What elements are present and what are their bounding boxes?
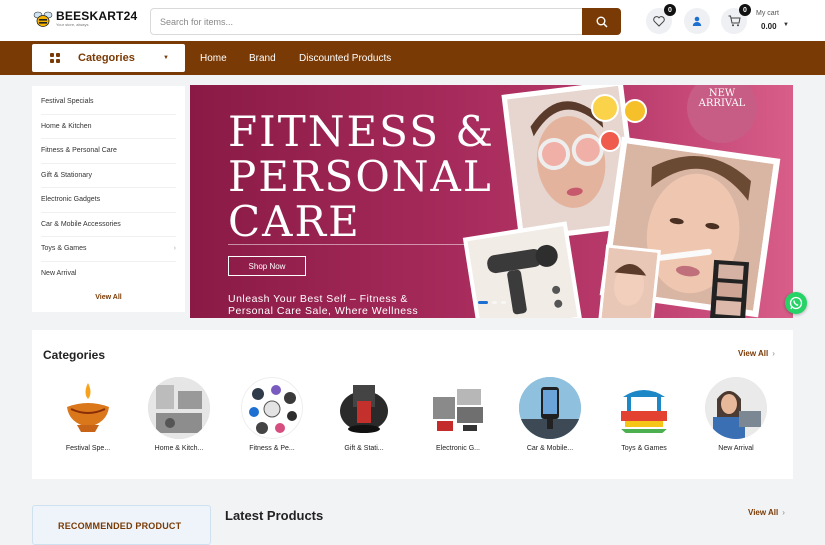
category-label: New Arrival	[718, 445, 754, 452]
chevron-right-icon: ›	[173, 245, 176, 252]
logo-text: BEESKART24	[56, 9, 138, 23]
category-image	[241, 377, 303, 439]
nav-link-home[interactable]: Home	[200, 53, 227, 64]
latest-products-title: Latest Products	[225, 508, 324, 523]
category-label: Car & Mobile...	[526, 445, 574, 452]
search-icon	[596, 16, 608, 28]
category-image	[427, 377, 489, 439]
banner-subtitle-line: Personal Care Sale, Where Wellness	[228, 305, 419, 317]
latest-view-all-link[interactable]: View All ›	[748, 508, 785, 517]
sidebar-item-label: Toys & Games	[41, 245, 87, 253]
grid-icon	[50, 53, 60, 63]
hero-banner[interactable]: FITNESS & PERSONAL CARE Shop Now Unleash…	[190, 85, 793, 318]
banner-title-line: PERSONAL	[228, 152, 493, 201]
category-label: Electronic G...	[436, 445, 480, 452]
banner-divider	[228, 244, 475, 245]
category-card-fitness[interactable]: Fitness & Pe...	[232, 377, 312, 452]
new-arrival-stamp: NEW ARRIVAL	[687, 85, 757, 143]
sidebar-item-fitness[interactable]: Fitness & Personal Care	[41, 139, 176, 164]
user-icon	[692, 16, 702, 26]
category-card-new-arrival[interactable]: New Arrival	[696, 377, 776, 452]
nav-link-discounted[interactable]: Discounted Products	[299, 53, 391, 64]
category-label: Festival Spe...	[65, 445, 111, 452]
nav-link-brand[interactable]: Brand	[249, 53, 276, 64]
categories-view-all-link[interactable]: View All ›	[738, 349, 775, 358]
categories-dropdown[interactable]: Categories ▼	[32, 44, 185, 72]
category-card-gift[interactable]: Gift & Stati...	[324, 377, 404, 452]
banner-photo-makeup	[598, 244, 661, 318]
category-label: Toys & Games	[621, 445, 667, 452]
category-image	[519, 377, 581, 439]
sidebar-item-new-arrival[interactable]: New Arrival	[41, 262, 176, 287]
caret-down-icon[interactable]: ▼	[783, 22, 789, 28]
category-card-festival[interactable]: Festival Spe...	[48, 377, 128, 452]
shop-now-button[interactable]: Shop Now	[228, 256, 306, 276]
category-sidebar: Festival Specials Home & Kitchen Fitness…	[32, 86, 185, 312]
category-image	[333, 377, 395, 439]
carousel-dot[interactable]	[492, 301, 497, 304]
cart-label: My cart	[756, 10, 779, 17]
account-button[interactable]	[684, 8, 710, 34]
chevron-right-icon: ›	[782, 508, 785, 517]
search-button[interactable]	[582, 8, 621, 35]
category-card-home-kitchen[interactable]: Home & Kitch...	[139, 377, 219, 452]
recommended-product-label: RECOMMENDED PRODUCT	[58, 521, 182, 531]
stamp-line: ARRIVAL	[698, 98, 746, 109]
heart-icon	[653, 15, 665, 27]
search-bar	[150, 8, 621, 35]
categories-title: Categories	[43, 348, 106, 362]
sidebar-view-all-link[interactable]: View All	[32, 294, 185, 301]
sidebar-item-home-kitchen[interactable]: Home & Kitchen	[41, 115, 176, 139]
banner-subtitle-line: Unleash Your Best Self – Fitness &	[228, 293, 408, 305]
whatsapp-icon	[789, 296, 803, 310]
banner-title-line: FITNESS &	[228, 107, 495, 156]
cart-count-badge: 0	[739, 4, 751, 16]
category-label: Home & Kitch...	[154, 445, 204, 452]
chevron-right-icon: ›	[772, 349, 775, 358]
wishlist-count-badge: 0	[664, 4, 676, 16]
categories-section: Categories View All › Festival Spe... Hom…	[32, 330, 793, 479]
recommended-product-tab[interactable]: RECOMMENDED PRODUCT	[32, 505, 211, 545]
cart-button[interactable]: 0	[721, 4, 751, 34]
search-input[interactable]	[151, 9, 571, 34]
category-card-toys[interactable]: Toys & Games	[604, 377, 684, 452]
whatsapp-button[interactable]	[785, 292, 807, 314]
site-logo[interactable]: BEESKART24 Your store, always	[33, 10, 137, 28]
main-nav: Categories ▼ Home Brand Discounted Produ…	[0, 41, 825, 75]
sidebar-item-electronics[interactable]: Electronic Gadgets	[41, 188, 176, 213]
banner-title: FITNESS & PERSONAL CARE	[228, 109, 495, 244]
bee-icon	[33, 11, 53, 27]
wishlist-button[interactable]: 0	[646, 4, 676, 34]
sidebar-item-festival[interactable]: Festival Specials	[41, 90, 176, 115]
sidebar-item-toys[interactable]: Toys & Games ›	[41, 237, 176, 262]
category-label: Fitness & Pe...	[249, 445, 295, 452]
category-card-electronics[interactable]: Electronic G...	[418, 377, 498, 452]
carousel-indicators[interactable]	[478, 301, 506, 304]
chevron-down-icon: ▼	[163, 55, 169, 61]
category-label: Gift & Stati...	[344, 445, 384, 452]
banner-subtitle: Unleash Your Best Self – Fitness & Perso…	[228, 293, 418, 317]
view-all-label: View All	[738, 349, 769, 358]
banner-title-line: CARE	[228, 197, 361, 246]
view-all-label: View All	[748, 508, 779, 517]
top-header: BEESKART24 Your store, always 0 0	[0, 0, 825, 41]
category-image	[148, 377, 210, 439]
category-image	[705, 377, 767, 439]
category-card-car-mobile[interactable]: Car & Mobile...	[510, 377, 590, 452]
cart-icon	[728, 15, 741, 27]
category-image	[613, 377, 675, 439]
sidebar-item-car-mobile[interactable]: Car & Mobile Accessories	[41, 213, 176, 237]
sidebar-item-gift[interactable]: Gift & Stationary	[41, 164, 176, 188]
category-image	[57, 377, 119, 439]
cart-total[interactable]: 0.00	[761, 22, 777, 31]
carousel-dot[interactable]	[501, 301, 506, 304]
carousel-dot[interactable]	[478, 301, 488, 304]
banner-photo-filmstrip	[709, 259, 750, 318]
categories-label: Categories	[78, 52, 135, 64]
